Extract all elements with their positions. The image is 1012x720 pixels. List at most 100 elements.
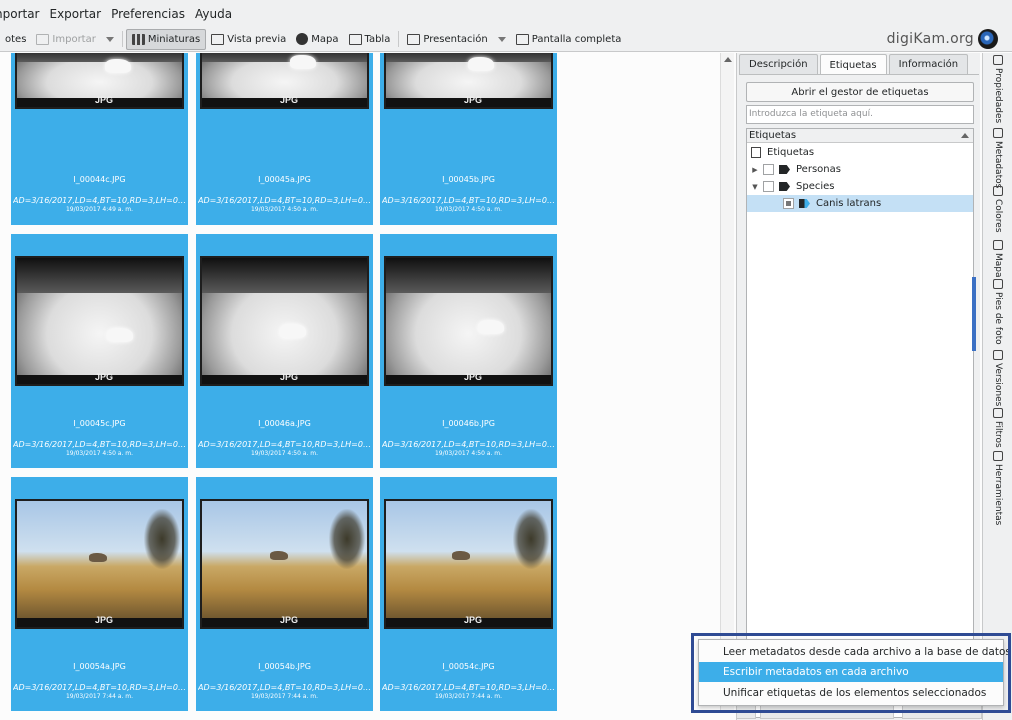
animal-silhouette <box>270 551 288 560</box>
thumbnail-item[interactable]: JPG I_00044c.JPG AD=3/16/2017,LD=4,BT=10,R… <box>11 53 188 225</box>
side-tab-mapa[interactable]: Mapa <box>986 240 1010 278</box>
image-info-strip: JPG <box>17 615 182 627</box>
thumbnail-filename: I_00054b.JPG <box>258 662 311 671</box>
globe-icon <box>296 33 309 45</box>
side-tab-propiedades[interactable]: Propiedades <box>986 55 1010 123</box>
animal-silhouette <box>468 57 494 71</box>
thumbnail-grid: JPG I_00044c.JPG AD=3/16/2017,LD=4,BT=10,R… <box>0 53 720 720</box>
colors-icon <box>993 186 1003 196</box>
thumbnail-item[interactable]: JPG I_00046b.JPG AD=3/16/2017,LD=4,BT=10,R… <box>380 234 557 468</box>
thumbnail-item[interactable]: JPG I_00045b.JPG AD=3/16/2017,LD=4,BT=10,R… <box>380 53 557 225</box>
image-info-strip: JPG <box>202 615 367 627</box>
toolbar-separator <box>398 31 400 47</box>
thumbnail-item[interactable]: JPG I_00054a.JPG AD=3/16/2017,LD=4,BT=10,R… <box>11 477 188 711</box>
tree-row-species[interactable]: ▼ Species <box>747 178 973 195</box>
jpg-overlay-label: JPG <box>464 615 483 625</box>
menu-import[interactable]: nportar <box>0 7 45 21</box>
thumbnail-image[interactable]: JPG <box>15 256 184 386</box>
albums-button[interactable]: otes <box>0 29 31 50</box>
tab-description[interactable]: Descripción <box>739 54 818 74</box>
tab-tags[interactable]: Etiquetas <box>819 54 887 75</box>
thumbnails-button[interactable]: Miniaturas <box>125 28 207 50</box>
thumbnail-image[interactable]: JPG <box>384 499 553 629</box>
menu-export[interactable]: Exportar <box>45 7 107 21</box>
side-tab-herramientas[interactable]: Herramientas <box>986 451 1010 525</box>
captions-icon <box>993 279 1003 289</box>
slideshow-button[interactable]: Presentación <box>402 29 492 50</box>
thumbnail-item[interactable]: JPG I_00046a.JPG AD=3/16/2017,LD=4,BT=10,R… <box>196 234 373 468</box>
slideshow-dropdown-icon[interactable] <box>497 36 506 42</box>
image-info-strip: JPG <box>17 372 182 384</box>
thumbnail-image[interactable]: JPG <box>15 499 184 629</box>
menu-help[interactable]: Ayuda <box>190 7 237 21</box>
brand-text[interactable]: digiKam.org <box>887 31 974 47</box>
side-tab-label: Mapa <box>993 253 1003 278</box>
thumbnail-item[interactable]: JPG I_00054b.JPG AD=3/16/2017,LD=4,BT=10,R… <box>196 477 373 711</box>
expanded-arrow-icon[interactable]: ▼ <box>751 183 759 191</box>
tag-input-field[interactable]: Introduzca la etiqueta aquí. <box>746 105 974 124</box>
tree-row-label: Canis latrans <box>816 198 882 209</box>
tree-row-label: Personas <box>796 164 841 175</box>
thumbnail-date: 19/03/2017 4:50 a. m. <box>65 450 134 457</box>
thumbnail-image[interactable]: JPG <box>200 499 369 629</box>
personas-checkbox[interactable] <box>763 164 774 175</box>
thumbnail-scrollbar[interactable] <box>720 53 734 713</box>
thumbnail-image[interactable]: JPG <box>200 256 369 386</box>
thumbnail-item[interactable]: JPG I_00045c.JPG AD=3/16/2017,LD=4,BT=10,R… <box>11 234 188 468</box>
jpg-overlay-label: JPG <box>280 372 299 382</box>
animal-silhouette <box>89 553 107 562</box>
right-sidebar-panel: Descripción Etiquetas Información Abrir … <box>736 53 980 720</box>
open-tag-manager-button[interactable]: Abrir el gestor de etiquetas <box>746 82 974 102</box>
canis-latrans-checkbox[interactable] <box>783 198 794 209</box>
side-tab-pies-de-foto[interactable]: Pies de foto <box>986 279 1010 345</box>
tree-row-label: Species <box>796 181 835 192</box>
thumbnail-image[interactable]: JPG <box>384 53 553 109</box>
import-button[interactable]: Importar <box>31 29 100 50</box>
side-tab-label: Versiones <box>993 363 1003 407</box>
sort-up-icon <box>961 133 969 138</box>
thumbnail-filename: I_00044c.JPG <box>73 175 126 184</box>
menu-preferences[interactable]: Preferencias <box>106 7 190 21</box>
tree-header[interactable]: Etiquetas <box>747 129 973 143</box>
tree-row-canis-latrans[interactable]: Canis latrans <box>747 195 973 212</box>
preview-button[interactable]: Vista previa <box>206 29 291 50</box>
tree-row-root[interactable]: Etiquetas <box>747 144 973 161</box>
versions-icon <box>993 350 1003 360</box>
tab-information[interactable]: Información <box>888 54 969 74</box>
thumbnail-image[interactable]: JPG <box>384 256 553 386</box>
thumbnail-item[interactable]: JPG I_00054c.JPG AD=3/16/2017,LD=4,BT=10,R… <box>380 477 557 711</box>
fullscreen-button[interactable]: Pantalla completa <box>511 29 627 50</box>
image-info-strip: JPG <box>17 95 182 107</box>
table-button[interactable]: Tabla <box>344 29 396 50</box>
thumbnail-item[interactable]: JPG I_00045a.JPG AD=3/16/2017,LD=4,BT=10,R… <box>196 53 373 225</box>
thumbnail-date: 19/03/2017 4:50 a. m. <box>434 206 503 213</box>
side-tab-versiones[interactable]: Versiones <box>986 350 1010 406</box>
thumbnail-metadata: AD=3/16/2017,LD=4,BT=10,RD=3,LH=0,... <box>13 196 186 205</box>
image-info-strip: JPG <box>386 615 551 627</box>
digikam-logo-icon[interactable] <box>978 29 998 49</box>
map-label: Mapa <box>311 33 339 45</box>
thumbnail-image[interactable]: JPG <box>15 53 184 109</box>
collapsed-arrow-icon[interactable]: ▶ <box>751 166 759 174</box>
tag-icon <box>799 199 810 208</box>
image-info-strip: JPG <box>202 372 367 384</box>
scroll-up-icon[interactable] <box>724 57 732 62</box>
preview-icon <box>211 33 225 45</box>
side-tab-filtros[interactable]: Filtros <box>986 408 1010 448</box>
tags-tree: Etiquetas Etiquetas ▶ Personas ▼ Species… <box>746 128 974 718</box>
import-dropdown-icon[interactable] <box>105 36 114 42</box>
thumbnail-filename: I_00054a.JPG <box>73 662 126 671</box>
thumbnail-metadata: AD=3/16/2017,LD=4,BT=10,RD=3,LH=0,... <box>382 683 555 692</box>
thumbnail-date: 19/03/2017 4:50 a. m. <box>250 206 319 213</box>
toolbar-separator <box>121 31 123 47</box>
fullscreen-label: Pantalla completa <box>531 33 622 45</box>
species-checkbox[interactable] <box>763 181 774 192</box>
jpg-overlay-label: JPG <box>95 372 114 382</box>
side-tab-metadatos[interactable]: Metadatos <box>986 128 1010 188</box>
tree-row-personas[interactable]: ▶ Personas <box>747 161 973 178</box>
side-tab-label: Propiedades <box>993 68 1003 124</box>
thumbnail-image[interactable]: JPG <box>200 53 369 109</box>
table-icon <box>348 33 362 45</box>
map-button[interactable]: Mapa <box>291 29 343 50</box>
side-tab-colores[interactable]: Colores <box>986 186 1010 233</box>
